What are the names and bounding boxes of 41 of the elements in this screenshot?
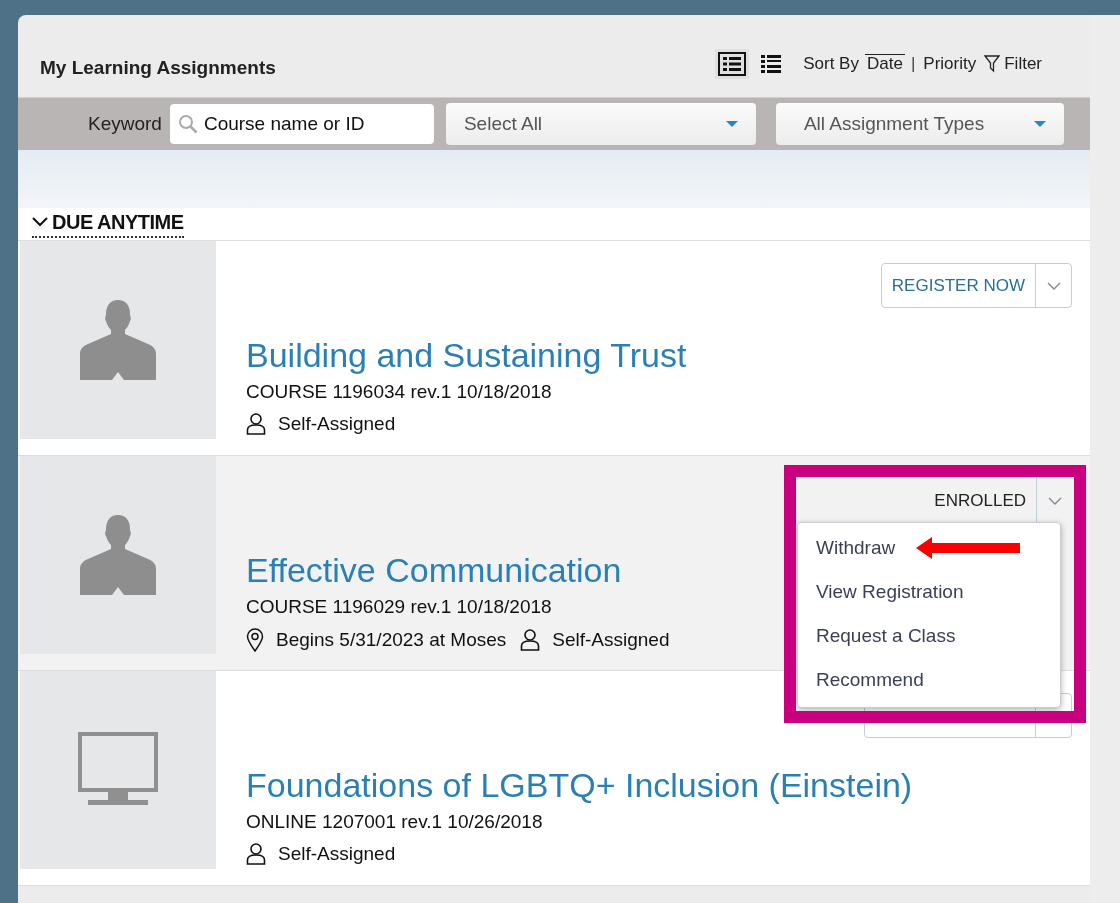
person-icon (520, 629, 541, 651)
person-icon (80, 515, 156, 595)
assignment-type: Self-Assigned (278, 413, 396, 435)
course-meta: COURSE 1196034 rev.1 10/18/2018 (246, 381, 552, 403)
caret-icon (1047, 496, 1062, 505)
sort-option[interactable]: Priority (921, 54, 979, 74)
person-icon (80, 300, 156, 380)
keyword-label: Keyword (88, 113, 162, 135)
caret-icon (1046, 281, 1061, 290)
assignment-type: Self-Assigned (552, 629, 670, 651)
section-toggle[interactable]: DUE ANYTIME (32, 210, 184, 238)
assignment-type: Self-Assigned (278, 843, 396, 865)
menu-item[interactable]: View Registration (798, 571, 982, 615)
filter-link[interactable]: Filter (1004, 54, 1042, 74)
search-field[interactable]: Course name or ID (169, 104, 434, 144)
course-title[interactable]: Foundations of LGBTQ+ Inclusion (Einstein) (246, 766, 913, 805)
separator: | (910, 54, 916, 74)
course-meta: COURSE 1196029 rev.1 10/18/2018 (246, 596, 552, 618)
course-meta: ONLINE 1207001 rev.1 10/26/2018 (246, 811, 543, 833)
register-button[interactable]: REGISTER NOW (881, 264, 1035, 307)
menu-item[interactable]: Withdraw (798, 527, 914, 571)
person-icon (246, 413, 266, 435)
filter-dropdown[interactable]: Select All (445, 103, 756, 145)
menu-item[interactable]: Request a Class (798, 615, 974, 659)
filter-dropdown[interactable]: All Assignment Types (775, 103, 1064, 145)
chevron-icon (32, 217, 48, 227)
detail-view-icon[interactable] (715, 49, 750, 79)
course-title[interactable]: Building and Sustaining Trust (246, 336, 687, 375)
status-button[interactable]: ENROLLED (928, 478, 1036, 523)
search-icon (177, 114, 198, 134)
filter-icon[interactable] (984, 55, 1001, 73)
sort-label: Sort By (803, 54, 859, 74)
page-title: My Learning Assignments (40, 57, 276, 79)
split-button[interactable]: REGISTER NOW (880, 263, 1072, 308)
location-pin-icon (246, 628, 264, 652)
sort-option[interactable]: Date (864, 54, 905, 74)
course-title[interactable]: Effective Communication (246, 551, 622, 590)
person-icon (246, 843, 266, 865)
location-text: Begins 5/31/2023 at Moses (276, 629, 507, 651)
monitor-icon (78, 732, 158, 808)
menu-item[interactable]: Recommend (798, 659, 942, 703)
